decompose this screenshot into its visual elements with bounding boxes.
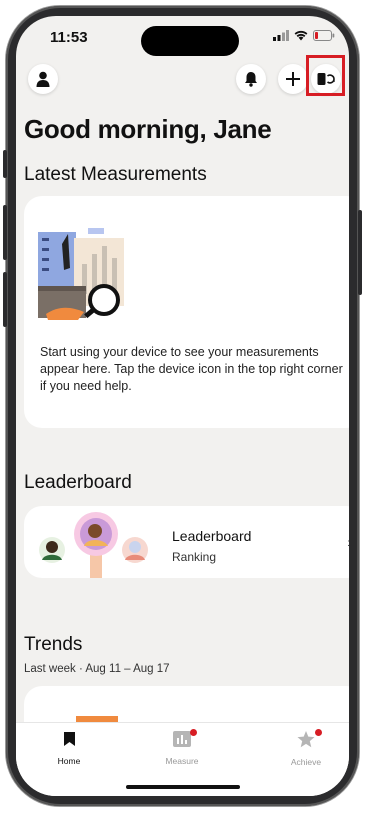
empty-measurements-illustration <box>38 228 124 320</box>
app-screen: 11:53 Good morning, Jane Latest Measurem… <box>16 16 349 796</box>
leaderboard-avatars-illustration <box>39 512 148 578</box>
cellular-signal-icon <box>273 30 289 41</box>
plus-icon <box>286 72 300 86</box>
person-icon <box>36 71 50 87</box>
trends-date-range: Last week · Aug 11 – Aug 17 <box>24 663 170 675</box>
bell-icon <box>245 72 257 87</box>
chevron-right-icon: › <box>347 534 349 550</box>
profile-button[interactable] <box>28 64 58 94</box>
greeting-heading: Good morning, Jane <box>24 114 272 144</box>
tab-measure[interactable]: Measure <box>137 729 227 766</box>
volume-down-button <box>3 272 7 327</box>
tab-achieve-label: Achieve <box>290 757 322 767</box>
latest-measurements-title: Latest Measurements <box>24 164 207 185</box>
leaderboard-card-title: Leaderboard <box>172 528 252 544</box>
leaderboard-card-subtitle: Ranking <box>172 550 217 564</box>
device-button-highlight <box>306 55 345 96</box>
leaderboard-section-title: Leaderboard <box>24 472 132 493</box>
chart-icon <box>173 731 191 747</box>
status-icons <box>273 30 335 41</box>
tab-measure-label: Measure <box>165 756 199 766</box>
bookmark-icon <box>63 732 75 746</box>
volume-up-button <box>3 205 7 260</box>
latest-measurements-card[interactable]: Start using your device to see your meas… <box>24 196 349 428</box>
empty-measurements-text: Start using your device to see your meas… <box>40 345 343 393</box>
tab-home-label: Home <box>57 756 81 766</box>
add-button[interactable] <box>278 64 308 94</box>
home-indicator <box>126 785 240 789</box>
mute-switch <box>3 150 7 178</box>
dynamic-island <box>141 26 239 56</box>
wifi-icon <box>294 30 308 41</box>
notifications-button[interactable] <box>236 64 266 94</box>
star-icon <box>297 731 315 748</box>
achieve-badge <box>315 729 322 736</box>
power-button <box>358 210 362 295</box>
leaderboard-card[interactable]: Leaderboard Ranking › <box>24 506 349 578</box>
status-bar: 11:53 <box>16 16 349 56</box>
trends-section-title: Trends <box>24 634 83 655</box>
measure-badge <box>190 729 197 736</box>
battery-low-icon <box>313 30 335 41</box>
status-time: 11:53 <box>50 29 88 46</box>
tab-home[interactable]: Home <box>24 731 114 766</box>
tab-achieve[interactable]: Achieve <box>261 729 349 767</box>
